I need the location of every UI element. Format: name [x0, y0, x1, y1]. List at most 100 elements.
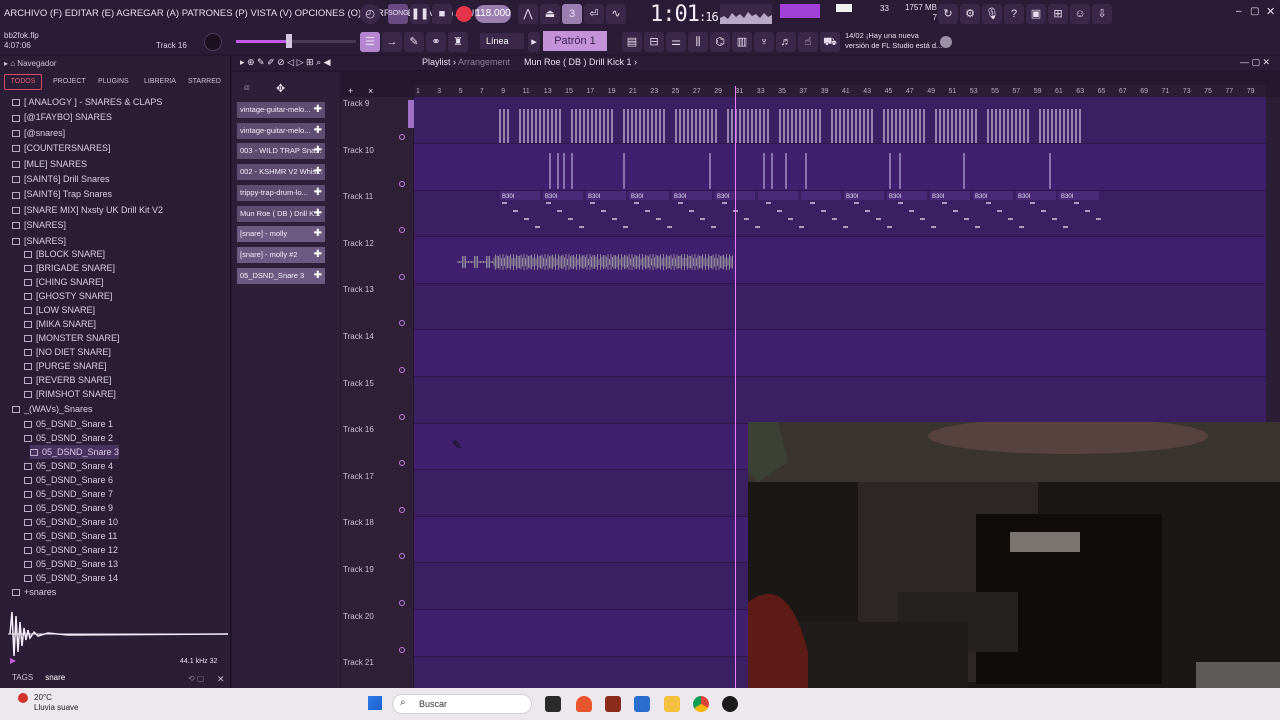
track-label[interactable]: Track 15	[343, 379, 374, 388]
pattern-prev-icon[interactable]: ▸	[528, 32, 540, 52]
remove-track-icon[interactable]: ×	[368, 86, 373, 96]
track-label[interactable]: Track 9	[343, 99, 369, 108]
track-mute-icon[interactable]	[399, 646, 405, 653]
tree-subfolder[interactable]: [BRIGADE SNARE]	[24, 261, 115, 275]
tree-subfolder[interactable]: [PURGE SNARE]	[24, 359, 107, 373]
track-label[interactable]: Track 10	[343, 146, 374, 155]
tree-folder[interactable]: [@1FAYBO] SNARES	[12, 110, 112, 124]
tree-subfolder[interactable]: [MONSTER SNARE]	[24, 331, 120, 345]
tab-project[interactable]: PROJECT	[53, 78, 86, 85]
track-label[interactable]: Track 12	[343, 239, 374, 248]
refresh-icon[interactable]: ↻	[938, 4, 958, 24]
tree-file[interactable]: 05_DSND_Snare 1	[24, 417, 113, 431]
tree-subfolder[interactable]: [NO DIET SNARE]	[24, 345, 111, 359]
plugin-icon[interactable]: ♆	[754, 32, 774, 52]
tempo-display[interactable]: 118.000	[475, 5, 511, 23]
tag-sync-icon[interactable]: ⟲ ▢	[188, 674, 204, 683]
channel-button[interactable]: [snare] - molly ✚	[237, 226, 325, 243]
touch-icon[interactable]: ☝	[798, 32, 818, 52]
playlist-toolbar[interactable]: ▸ ⊕ ✎ ✐ ⊘ ◁ ▷ ⊞ ⌕ ◀	[240, 57, 331, 68]
tree-extra-folder[interactable]: +snares	[12, 585, 56, 599]
mixer-icon[interactable]: ⚙	[960, 4, 980, 24]
microphone-icon[interactable]: 🎙	[982, 4, 1002, 24]
tree-file[interactable]: 05_DSND_Snare 4	[24, 459, 113, 473]
weather-widget[interactable]: 20°C Lluvia suave	[20, 693, 78, 713]
track-label[interactable]: Track 19	[343, 565, 374, 574]
track-label[interactable]: Track 13	[343, 285, 374, 294]
tempo-tap-icon[interactable]: ♬	[776, 32, 796, 52]
step-edit-icon[interactable]: ⏎	[584, 4, 604, 24]
master-volume-knob[interactable]	[204, 33, 222, 51]
track-scroll-thumb[interactable]	[408, 100, 414, 128]
timeline-ruler[interactable]	[414, 85, 1266, 97]
track-label[interactable]: Track 11	[343, 192, 373, 201]
tree-subfolder[interactable]: [REVERB SNARE]	[24, 373, 112, 387]
channel-add-icon[interactable]: ✚	[314, 123, 322, 139]
tree-subfolder[interactable]: [MIKA SNARE]	[24, 317, 96, 331]
arrow-right-icon[interactable]: →	[382, 32, 402, 52]
mixer-button[interactable]: ⫼	[688, 32, 708, 52]
picker-toggle-icon[interactable]: ⧈	[244, 82, 250, 93]
track-mute-icon[interactable]	[399, 413, 405, 420]
tree-subfolder[interactable]: [LOW SNARE]	[24, 303, 95, 317]
link-icon[interactable]: ⚭	[426, 32, 446, 52]
tree-subfolder[interactable]: [RIMSHOT SNARE]	[24, 387, 116, 401]
tree-folder[interactable]: [SNARE MIX] Nxsty UK Drill Kit V2	[12, 203, 163, 217]
tree-file[interactable]: 05_DSND_Snare 12	[24, 543, 118, 557]
track-label[interactable]: Track 18	[343, 518, 374, 527]
store-icon[interactable]	[634, 696, 650, 712]
tab-todos[interactable]: TODOS	[4, 74, 42, 90]
channel-button[interactable]: 05_DSND_Snare 3 ✚	[237, 267, 325, 284]
channel-button[interactable]: [snare] - molly #2 ✚	[237, 246, 325, 263]
metronome-icon[interactable]: ⋀	[518, 4, 538, 24]
playlist-window-controls[interactable]: — ▢ ✕	[1240, 57, 1270, 68]
channel-add-icon[interactable]: ✚	[314, 226, 322, 242]
tree-folder[interactable]: [SNARES]	[12, 234, 66, 248]
channel-add-icon[interactable]: ✚	[314, 102, 322, 118]
clip-header[interactable]	[758, 191, 798, 200]
track-mute-icon[interactable]	[399, 273, 405, 280]
record-mode-icon[interactable]: ◴	[360, 4, 380, 24]
loop-record-icon[interactable]: ∿	[606, 4, 626, 24]
start-icon[interactable]	[368, 696, 382, 710]
minimize-icon[interactable]: –	[1236, 6, 1242, 17]
step-seq-button[interactable]: ⚌	[666, 32, 686, 52]
tree-file[interactable]: 05_DSND_Snare 3	[30, 445, 120, 459]
tree-file[interactable]: 05_DSND_Snare 7	[24, 487, 113, 501]
tree-file[interactable]: 05_DSND_Snare 13	[24, 557, 118, 571]
channel-button[interactable]: vintage-guitar-melo... ✚	[237, 122, 325, 139]
tag-close-icon[interactable]: ✕	[217, 674, 225, 685]
playlist-current-pattern[interactable]: Mun Roe ( DB ) Drill Kick 1 ›	[524, 57, 637, 67]
track-mute-icon[interactable]	[399, 134, 405, 140]
track-mute-icon[interactable]	[399, 600, 405, 606]
track-label[interactable]: Track 17	[343, 472, 374, 481]
channel-button[interactable]: vintage-guitar-melo... ✚	[237, 102, 325, 118]
channel-add-icon[interactable]: ✚	[314, 247, 322, 263]
track-mute-icon[interactable]	[399, 180, 405, 187]
close-icon[interactable]: ✕	[1266, 5, 1275, 18]
tree-folder[interactable]: [SAINT6] Drill Snares	[12, 172, 110, 186]
tree-folder[interactable]: [MLE] SNARES	[12, 157, 87, 171]
tree-folder[interactable]: [SAINT6] Trap Snares	[12, 187, 112, 201]
task-view-icon[interactable]	[545, 696, 561, 712]
news-ticker[interactable]: 14/02 ¡Hay una nueva versión de FL Studio…	[845, 31, 942, 51]
tree-file[interactable]: 05_DSND_Snare 10	[24, 515, 118, 529]
save-icon[interactable]: ▣	[1026, 4, 1046, 24]
tree-subfolder[interactable]: [BLOCK SNARE]	[24, 247, 105, 261]
slider-thumb[interactable]	[286, 34, 292, 48]
tab-plugins[interactable]: PLUGINS	[98, 78, 129, 85]
maximize-icon[interactable]: ▢	[1250, 6, 1259, 17]
tree-file[interactable]: 05_DSND_Snare 9	[24, 501, 113, 515]
tree-wavs-folder[interactable]: _(WAVs)_Snares	[12, 402, 93, 416]
pencil-icon[interactable]: ✎	[404, 32, 424, 52]
taskbar-search[interactable]: Buscar	[392, 694, 532, 714]
stop-icon[interactable]: ■	[432, 4, 452, 24]
preview-play-icon[interactable]: ▶	[10, 656, 16, 665]
countdown-icon[interactable]: 3	[562, 4, 582, 24]
stamp-icon[interactable]: ♜	[448, 32, 468, 52]
tree-file[interactable]: 05_DSND_Snare 14	[24, 571, 118, 585]
tree-folder[interactable]: [SNARES]	[12, 218, 66, 232]
channel-rack-button[interactable]: ▤	[622, 32, 642, 52]
track-label[interactable]: Track 16	[343, 425, 374, 434]
tree-file[interactable]: 05_DSND_Snare 11	[24, 529, 117, 543]
